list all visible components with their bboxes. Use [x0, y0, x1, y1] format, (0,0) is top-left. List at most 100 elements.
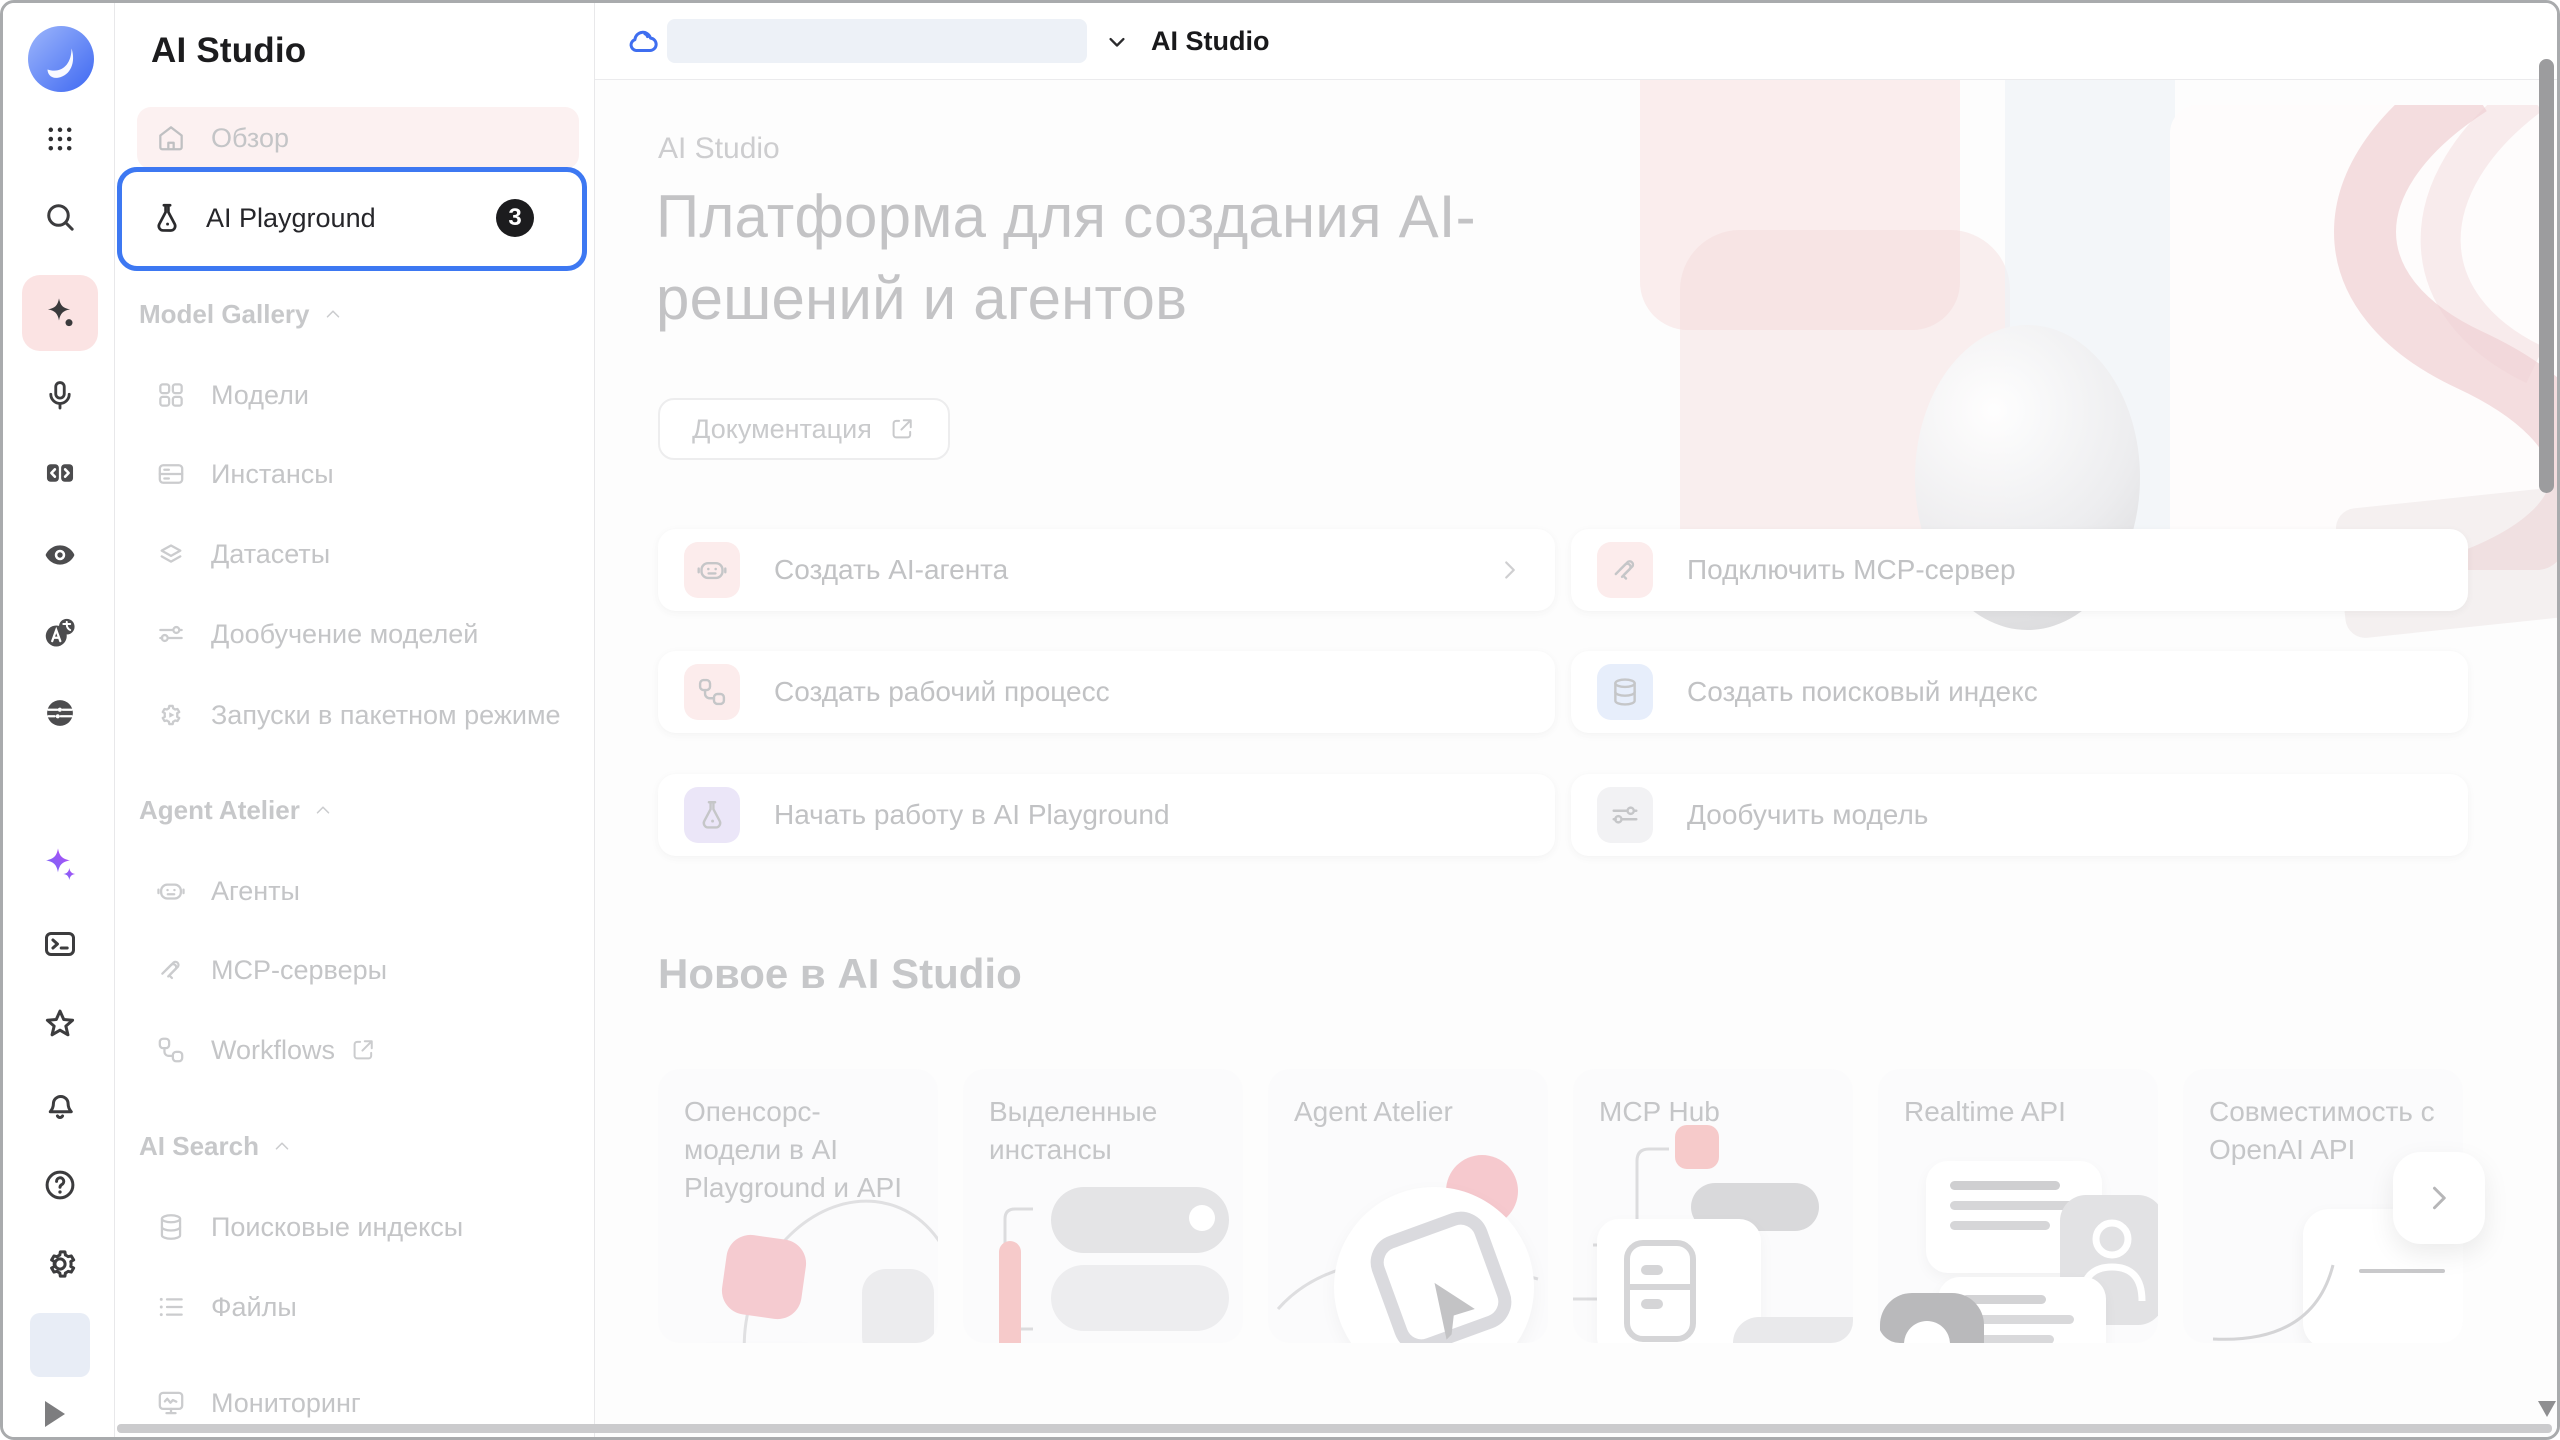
external-link-icon: [349, 1036, 383, 1064]
rail-code-brackets-icon[interactable]: [38, 451, 82, 495]
app-window: AI Studio Обзор AI Playground 3 Model Ga…: [0, 0, 2560, 1440]
main-content: AI Studio Платформа для создания AI- реш…: [595, 80, 2557, 1437]
sidebar-item-label: AI Playground: [206, 203, 376, 234]
news-card-opensource-models[interactable]: Опенсорс-модели в AI Playground и API: [658, 1069, 938, 1343]
project-selector-redacted[interactable]: [667, 19, 1087, 63]
sliders-icon: [1597, 787, 1653, 843]
rail-translate-icon[interactable]: [38, 611, 82, 655]
grid-icon: [155, 379, 189, 411]
sidebar-item-models[interactable]: Модели: [137, 364, 579, 426]
notification-badge: 3: [496, 199, 534, 237]
rail-ai-studio-sparkle-icon[interactable]: [22, 275, 98, 351]
scrollbar-down-arrow[interactable]: [2538, 1401, 2556, 1417]
sidebar-item-datasets[interactable]: Датасеты: [137, 523, 579, 585]
sidebar-item-workflows[interactable]: Workflows: [137, 1019, 579, 1081]
quick-action-create-search-index[interactable]: Создать поисковый индекс: [1571, 651, 2468, 733]
section-header-agent-atelier[interactable]: Agent Atelier: [139, 790, 334, 830]
rail-apps-grid-icon[interactable]: [38, 117, 82, 161]
sidebar-item-ai-playground[interactable]: AI Playground 3: [132, 187, 562, 249]
pink-blob-shape: [719, 1232, 809, 1322]
rail-data-platform-icon[interactable]: [38, 691, 82, 735]
robot-icon: [684, 542, 740, 598]
chevron-down-icon[interactable]: [1103, 28, 1131, 61]
instance-icon: [155, 458, 189, 490]
chevron-up-icon: [312, 799, 334, 821]
rail-search-icon[interactable]: [38, 195, 82, 239]
chevron-right-icon: [1495, 555, 1525, 585]
news-card-realtime-api[interactable]: Realtime API: [1878, 1069, 2158, 1343]
rail-vision-eye-icon[interactable]: [38, 533, 82, 577]
gray-blob-shape: [1733, 1317, 1853, 1343]
breadcrumb: AI Studio: [1151, 3, 1269, 79]
pink-node-shape: [1675, 1125, 1719, 1169]
layers-icon: [155, 538, 189, 570]
home-icon: [155, 122, 189, 154]
vertical-scrollbar-thumb[interactable]: [2539, 59, 2554, 493]
hero-eyebrow: AI Studio: [658, 132, 780, 166]
database-icon: [1597, 664, 1653, 720]
curve-line-shape: [2203, 1259, 2403, 1343]
news-card-dedicated-instances[interactable]: Выделенные инстансы: [963, 1069, 1243, 1343]
rail-microphone-icon[interactable]: [38, 373, 82, 417]
server-led-shape: [1189, 1205, 1215, 1231]
news-card-mcp-hub[interactable]: MCP Hub: [1573, 1069, 1853, 1343]
sidebar-title: AI Studio: [151, 31, 306, 71]
tour-highlight-ring: AI Playground 3: [117, 167, 587, 271]
quick-action-create-ai-agent[interactable]: Создать AI-агента: [658, 529, 1555, 611]
sidebar-item-batch-runs[interactable]: Запуски в пакетном режиме: [137, 684, 579, 746]
rail-help-icon[interactable]: [38, 1163, 82, 1207]
rail-settings-gear-icon[interactable]: [38, 1242, 82, 1286]
pink-bar-shape: [999, 1241, 1021, 1343]
sidebar-item-finetuning[interactable]: Дообучение моделей: [137, 603, 579, 665]
logo-icon: [25, 23, 97, 95]
section-header-model-gallery[interactable]: Model Gallery: [139, 294, 344, 334]
sidebar-item-overview[interactable]: Обзор: [137, 107, 579, 169]
text-line-shape: [1950, 1181, 2060, 1190]
rail-notifications-bell-icon[interactable]: [38, 1083, 82, 1127]
expand-rail-arrow-icon[interactable]: [45, 1401, 65, 1427]
documentation-button[interactable]: Документация: [658, 398, 950, 460]
rail-gpt-sparkle-icon[interactable]: [38, 842, 82, 886]
section-title-whats-new: Новое в AI Studio: [658, 950, 1022, 998]
quick-action-connect-mcp-server[interactable]: Подключить MCP-сервер: [1571, 529, 2468, 611]
rail-terminal-icon[interactable]: [38, 922, 82, 966]
quick-action-start-ai-playground[interactable]: Начать работу в AI Playground: [658, 774, 1555, 856]
server-pill-shape: [1051, 1265, 1229, 1331]
sidebar-item-agents[interactable]: Агенты: [137, 860, 579, 922]
gear-play-icon: [155, 699, 189, 731]
section-label: AI Search: [139, 1131, 259, 1162]
cloud-icon: [625, 23, 661, 64]
sidebar-item-mcp-servers[interactable]: MCP-серверы: [137, 939, 579, 1001]
mcp-icon: [155, 954, 189, 986]
workflow-icon: [155, 1034, 189, 1066]
sidebar-item-files[interactable]: Файлы: [137, 1276, 579, 1338]
section-label: Model Gallery: [139, 299, 310, 330]
carousel-next-button[interactable]: [2393, 1152, 2485, 1244]
avatar[interactable]: [30, 1313, 90, 1377]
quick-action-finetune-model[interactable]: Дообучить модель: [1571, 774, 2468, 856]
mcp-icon: [1597, 542, 1653, 598]
yandex-cloud-logo[interactable]: [25, 23, 97, 95]
rail-favorites-star-icon[interactable]: [38, 1002, 82, 1046]
flask-icon: [150, 201, 184, 235]
external-link-icon: [888, 415, 916, 443]
chevron-right-icon: [2421, 1180, 2457, 1216]
database-icon: [155, 1211, 189, 1243]
robot-icon: [155, 875, 189, 907]
chevron-up-icon: [322, 303, 344, 325]
page-title: Платформа для создания AI- решений и аге…: [656, 176, 1476, 340]
service-rail: [3, 3, 115, 1437]
hero-illustration: [1585, 80, 2557, 585]
flask-icon: [684, 787, 740, 843]
section-label: Agent Atelier: [139, 795, 300, 826]
server-outline-icon: [1621, 1237, 1701, 1343]
chevron-up-icon: [271, 1135, 293, 1157]
horizontal-scrollbar[interactable]: [117, 1424, 2552, 1433]
sidebar-item-label: Обзор: [211, 123, 289, 154]
sidebar: AI Studio Обзор AI Playground 3 Model Ga…: [115, 3, 595, 1437]
quick-action-create-workflow[interactable]: Создать рабочий процесс: [658, 651, 1555, 733]
sidebar-item-search-indexes[interactable]: Поисковые индексы: [137, 1196, 579, 1258]
section-header-ai-search[interactable]: AI Search: [139, 1126, 293, 1166]
news-card-agent-atelier[interactable]: Agent Atelier: [1268, 1069, 1548, 1343]
sidebar-item-instances[interactable]: Инстансы: [137, 443, 579, 505]
